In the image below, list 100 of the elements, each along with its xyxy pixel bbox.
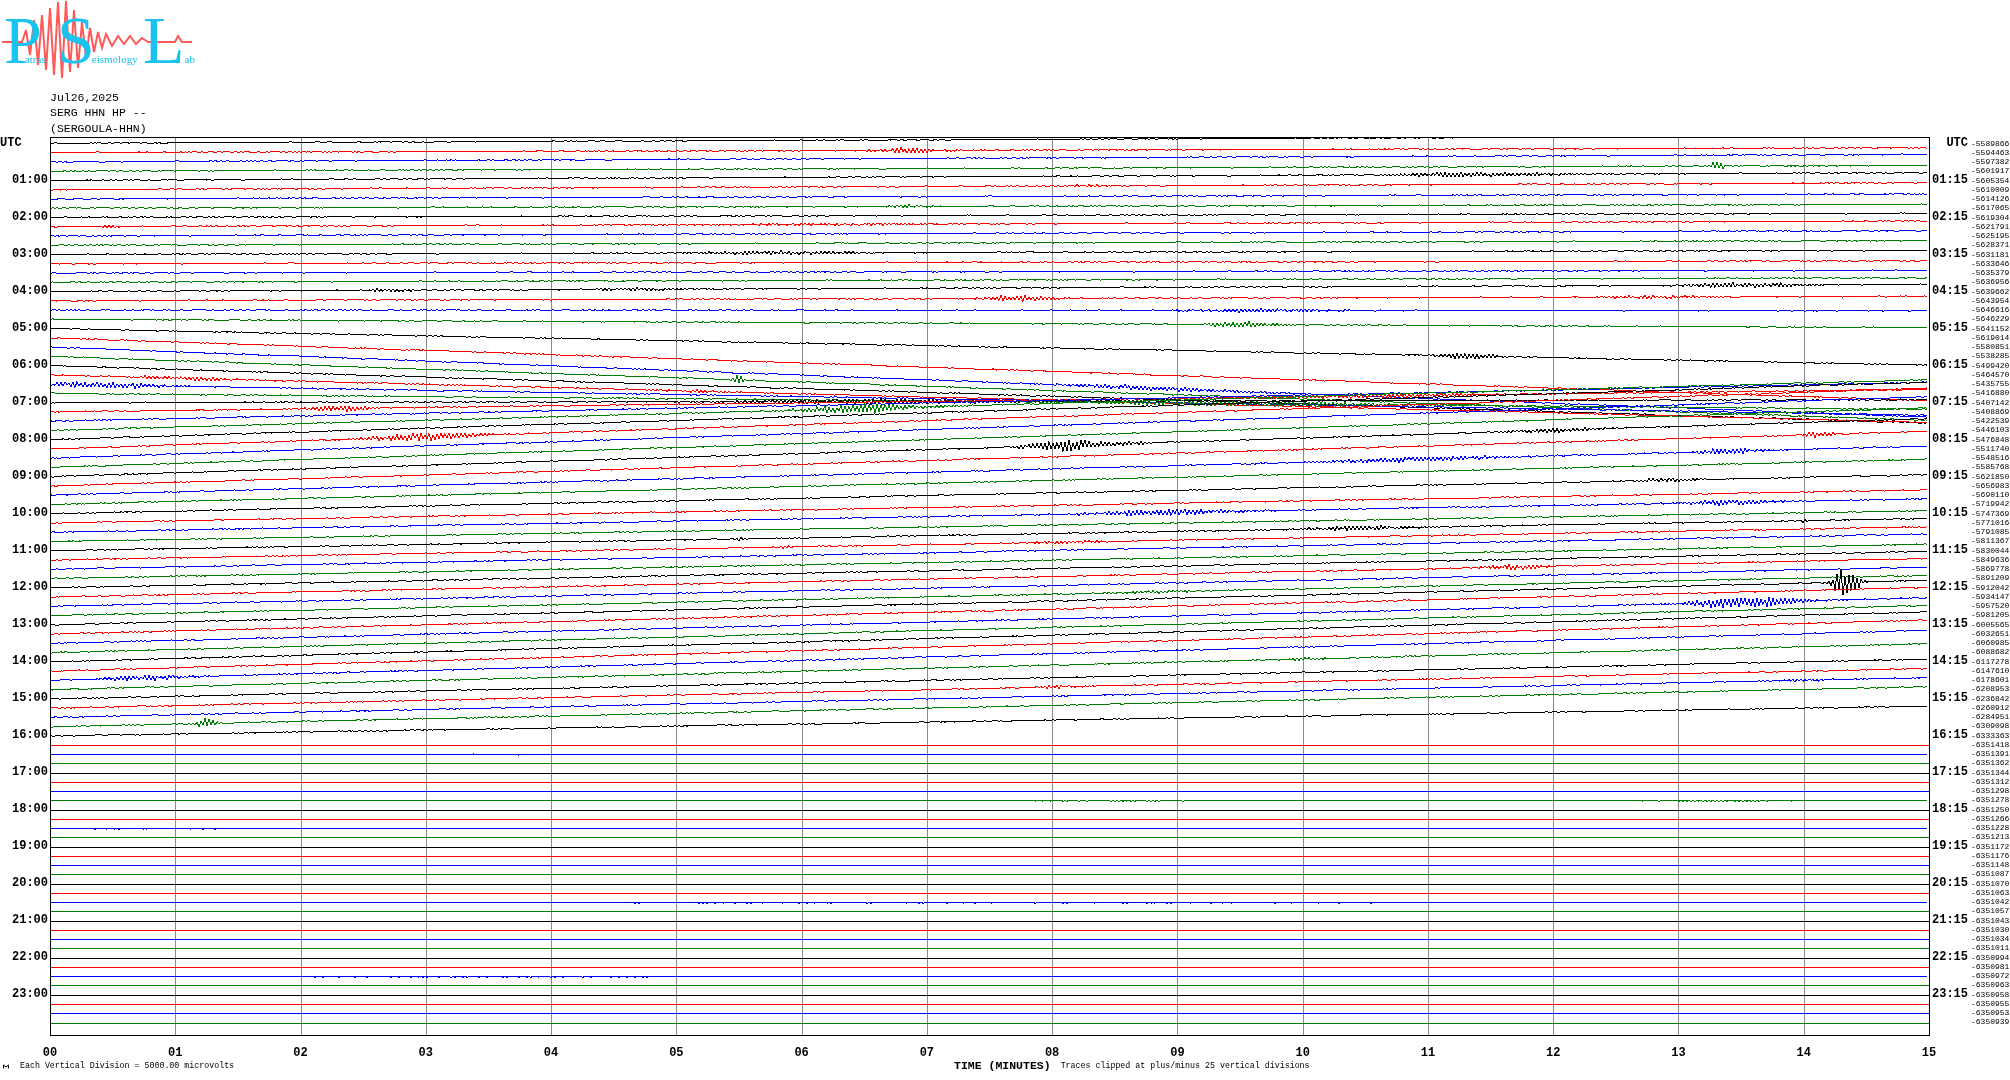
offset-value: -6060985 [1971, 638, 2010, 648]
offset-value: -5446103 [1971, 425, 2010, 435]
axis-tick-label: 02 [293, 1047, 308, 1059]
time-label: 19:15 [1932, 840, 1968, 853]
offset-value: -6351312 [1971, 776, 2010, 787]
offset-value: -6351418 [1971, 739, 2010, 750]
offset-value: -6350955 [1971, 998, 2010, 1009]
time-label: 09:00 [12, 470, 48, 483]
offset-value: -6350953 [1971, 1008, 2010, 1018]
offset-value: -5639662 [1971, 286, 2010, 296]
station-label: (SERGOULA-HHN) [50, 120, 147, 136]
offset-value: -6351042 [1971, 897, 2010, 907]
time-label: 14:00 [12, 655, 48, 668]
axis-tick-label: 09 [1170, 1047, 1185, 1059]
time-label: 01:00 [12, 174, 48, 187]
offset-value: -5594463 [1971, 147, 2010, 158]
offset-value: -5585768 [1971, 462, 2010, 472]
time-label: 07:00 [12, 396, 48, 409]
offset-value: -6005565 [1971, 619, 2010, 629]
offset-value: -5476848 [1971, 434, 2010, 444]
time-label: 07:15 [1932, 396, 1968, 409]
time-label: 20:15 [1932, 877, 1968, 890]
offset-value: -6147610 [1971, 665, 2010, 676]
offset-value: -5589866 [1971, 138, 2010, 148]
offset-value: -5771016 [1971, 517, 2010, 528]
offset-value: -5635379 [1971, 268, 2010, 278]
axis-tick-label: 13 [1671, 1047, 1686, 1059]
offset-value: -5641152 [1971, 323, 2010, 333]
offset-value: -5690110 [1971, 490, 2010, 500]
offset-value: -5621791 [1971, 221, 2010, 232]
offset-value: -6351043 [1971, 915, 2010, 925]
offset-value: -6351087 [1971, 869, 2010, 879]
time-label: 10:15 [1932, 507, 1968, 520]
axis-tick-label: 08 [1044, 1047, 1060, 1059]
offset-value: -6236842 [1971, 693, 2010, 703]
offset-value: -5407142 [1971, 397, 2010, 407]
offset-value: -5656983 [1971, 480, 2010, 491]
channel-label: SERG HHN HP -- [50, 105, 147, 121]
axis-title: TIME (MINUTES) [954, 1060, 1051, 1072]
axis-tick-label: 01 [168, 1047, 183, 1059]
offset-value: -5435755 [1971, 379, 2010, 389]
time-label: 06:00 [12, 359, 48, 372]
offset-value: -6350994 [1971, 952, 2010, 962]
offset-value: -6178601 [1971, 675, 2010, 685]
offset-value: -6351228 [1971, 823, 2010, 833]
offset-value: -5628371 [1971, 240, 2010, 250]
offset-value: -5811367 [1971, 536, 2010, 546]
time-label: 21:15 [1932, 914, 1968, 927]
axis-tick-label: 11 [1420, 1047, 1436, 1059]
offset-value: -6284951 [1971, 712, 2010, 722]
time-label: 12:15 [1932, 581, 1968, 594]
axis-tick-label: 03 [418, 1047, 433, 1059]
time-label: 11:00 [12, 544, 48, 557]
offset-value: -5548516 [1971, 453, 2010, 463]
offset-value: -5912042 [1971, 582, 2010, 592]
time-label: 05:15 [1932, 322, 1968, 335]
offset-value: -6351266 [1971, 813, 2010, 824]
time-label: 16:15 [1932, 729, 1968, 742]
time-label: 13:15 [1932, 618, 1968, 631]
offset-value: -6350981 [1971, 961, 2010, 972]
offset-value: -6351298 [1971, 786, 2010, 796]
offset-value: -6350963 [1971, 980, 2010, 990]
offset-value: -5422539 [1971, 416, 2010, 426]
axis-tick-label: 12 [1546, 1047, 1561, 1059]
offset-value: -5408869 [1971, 406, 2010, 417]
time-label: 03:15 [1932, 248, 1968, 261]
offset-value: -6351034 [1971, 934, 2010, 944]
offset-value: -5643954 [1971, 295, 2010, 306]
offset-value: -5499420 [1971, 360, 2010, 370]
offset-value: -5869778 [1971, 564, 2010, 574]
offset-value: -6088682 [1971, 647, 2010, 657]
time-label: 14:15 [1932, 655, 1968, 668]
offset-value: -6351391 [1971, 749, 2010, 759]
offset-value: -6351250 [1971, 804, 2010, 814]
offset-value: -5621850 [1971, 471, 2010, 481]
offset-value: -5619014 [1971, 332, 2010, 343]
time-label: 12:00 [12, 581, 48, 594]
time-label: 11:15 [1932, 544, 1968, 557]
date-label: Jul26,2025 [50, 90, 119, 106]
offset-value: -6351057 [1971, 906, 2010, 916]
offset-value: -5597382 [1971, 157, 2010, 167]
time-label: 16:00 [12, 729, 48, 742]
offset-value: -6351172 [1971, 841, 2010, 851]
time-label: 22:15 [1932, 951, 1968, 964]
time-label: 04:00 [12, 285, 48, 298]
offset-value: -5580851 [1971, 342, 2010, 352]
offset-value: -5791085 [1971, 527, 2010, 537]
offset-value: -6309098 [1971, 721, 2010, 731]
logo-word: Seismology [57, 16, 138, 65]
offset-value: -6351213 [1971, 832, 2010, 842]
time-label: 19:00 [12, 840, 48, 853]
offset-value: -6350939 [1971, 1017, 2010, 1027]
offset-value: -5464570 [1971, 369, 2010, 380]
offset-value: -6333363 [1971, 730, 2010, 740]
offset-value: -6350958 [1971, 989, 2010, 999]
time-label: 13:00 [12, 618, 48, 631]
offset-value: -6351030 [1971, 924, 2010, 935]
time-label: 20:00 [12, 877, 48, 890]
offset-value: -6351344 [1971, 767, 2010, 777]
time-label: 23:00 [12, 988, 48, 1001]
